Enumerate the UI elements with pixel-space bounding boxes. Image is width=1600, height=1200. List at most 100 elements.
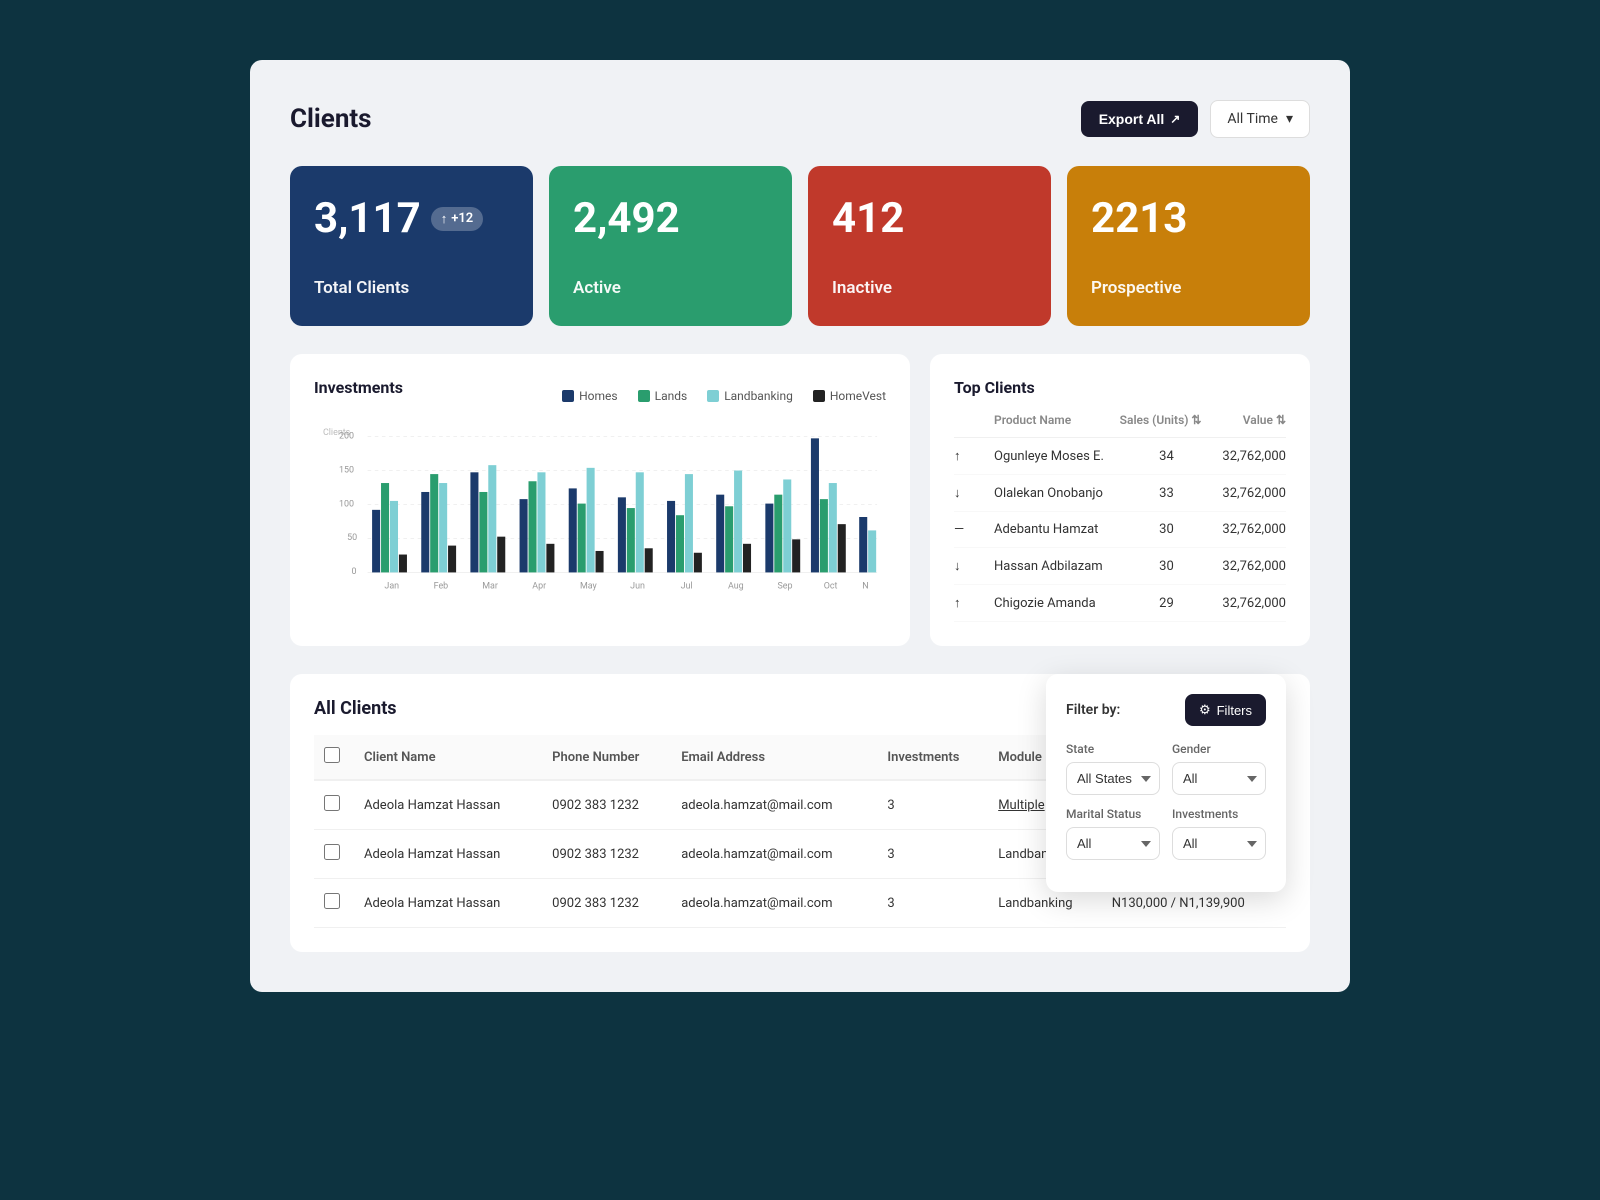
select-all-checkbox[interactable] xyxy=(324,747,340,763)
client-name-cell: Adeola Hamzat Hassan xyxy=(354,780,542,830)
top-client-row: ↑ Ogunleye Moses E. 34 32,762,000 xyxy=(954,438,1286,475)
total-clients-number: 3,117 ↑ +12 xyxy=(314,194,509,243)
client-name: Olalekan Onobanjo xyxy=(994,475,1120,512)
filter-row-1: State All States Lagos Abuja Gender All … xyxy=(1066,742,1266,795)
svg-text:Jun: Jun xyxy=(630,582,645,592)
gender-select[interactable]: All Male Female xyxy=(1172,762,1266,795)
filter-panel: Filter by: ⚙ Filters State All States La… xyxy=(1046,674,1286,892)
gender-label: Gender xyxy=(1172,742,1266,756)
trend-icon: ↓ xyxy=(954,548,994,585)
top-client-row: — Adebantu Hamzat 30 32,762,000 xyxy=(954,512,1286,548)
legend-lands: Lands xyxy=(638,389,688,403)
phone-cell: 0902 383 1232 xyxy=(542,830,671,879)
client-name: Chigozie Amanda xyxy=(994,585,1120,622)
filter-gender-group: Gender All Male Female xyxy=(1172,742,1266,795)
investments-bar-chart: Clients 200 150 100 50 0 xyxy=(314,417,886,617)
sales-units: 29 xyxy=(1120,585,1214,622)
export-button[interactable]: Export All ↗ xyxy=(1081,101,1199,137)
row-checkbox[interactable] xyxy=(324,795,340,811)
investments-chart-card: Investments Homes Lands Landbanking xyxy=(290,354,910,646)
time-filter-dropdown[interactable]: All Time ▾ xyxy=(1210,100,1310,138)
client-name-cell: Adeola Hamzat Hassan xyxy=(354,830,542,879)
svg-text:100: 100 xyxy=(339,499,354,509)
stat-cards-grid: 3,117 ↑ +12 Total Clients 2,492 Active 4… xyxy=(290,166,1310,326)
state-select[interactable]: All States Lagos Abuja xyxy=(1066,762,1160,795)
filter-title: Filter by: xyxy=(1066,702,1120,718)
marital-select[interactable]: All Single Married xyxy=(1066,827,1160,860)
top-clients-title: Top Clients xyxy=(954,378,1286,397)
trend-icon: — xyxy=(954,512,994,548)
sales-units: 34 xyxy=(1120,438,1214,475)
svg-text:0: 0 xyxy=(352,567,357,577)
sales-units: 30 xyxy=(1120,548,1214,585)
active-clients-label: Active xyxy=(573,278,768,298)
total-clients-label: Total Clients xyxy=(314,278,509,298)
value: 32,762,000 xyxy=(1213,585,1286,622)
svg-text:May: May xyxy=(580,582,598,592)
row-checkbox-cell xyxy=(314,780,354,830)
client-name-cell: Adeola Hamzat Hassan xyxy=(354,879,542,928)
svg-text:Apr: Apr xyxy=(532,582,546,592)
trend-icon: ↓ xyxy=(954,475,994,512)
stat-card-inactive: 412 Inactive xyxy=(808,166,1051,326)
top-clients-card: Top Clients Product Name Sales (Units) ⇅… xyxy=(930,354,1310,646)
value: 32,762,000 xyxy=(1213,512,1286,548)
svg-text:Mar: Mar xyxy=(482,582,498,592)
row-checkbox[interactable] xyxy=(324,844,340,860)
state-label: State xyxy=(1066,742,1160,756)
col-email: Email Address xyxy=(671,735,877,780)
investments-select[interactable]: All 1 2+ xyxy=(1172,827,1266,860)
top-client-row: ↑ Chigozie Amanda 29 32,762,000 xyxy=(954,585,1286,622)
investments-cell: 3 xyxy=(877,830,988,879)
inactive-clients-number: 412 xyxy=(832,194,1027,243)
col-client-name: Client Name xyxy=(354,735,542,780)
select-all-col xyxy=(314,735,354,780)
page-title: Clients xyxy=(290,104,372,134)
investments-chart-title: Investments xyxy=(314,378,403,397)
homevest-color-dot xyxy=(813,390,825,402)
homes-color-dot xyxy=(562,390,574,402)
legend-homes: Homes xyxy=(562,389,617,403)
filter-row-2: Marital Status All Single Married Invest… xyxy=(1066,807,1266,860)
svg-text:150: 150 xyxy=(339,465,354,475)
header-actions: Export All ↗ All Time ▾ xyxy=(1081,100,1310,138)
tc-col-sales[interactable]: Sales (Units) ⇅ xyxy=(1120,413,1214,438)
filter-marital-group: Marital Status All Single Married xyxy=(1066,807,1160,860)
prospective-clients-number: 2213 xyxy=(1091,194,1286,243)
row-checkbox[interactable] xyxy=(324,893,340,909)
sales-units: 30 xyxy=(1120,512,1214,548)
investments-cell: 3 xyxy=(877,879,988,928)
tc-col-name xyxy=(954,413,994,438)
email-cell: adeola.hamzat@mail.com xyxy=(671,879,877,928)
lands-color-dot xyxy=(638,390,650,402)
svg-text:200: 200 xyxy=(339,431,354,441)
col-phone: Phone Number xyxy=(542,735,671,780)
row-checkbox-cell xyxy=(314,830,354,879)
main-container: Clients Export All ↗ All Time ▾ 3,117 ↑ … xyxy=(250,60,1350,992)
col-investments: Investments xyxy=(877,735,988,780)
trend-icon: ↑ xyxy=(954,438,994,475)
stat-card-prospective: 2213 Prospective xyxy=(1067,166,1310,326)
chevron-down-icon: ▾ xyxy=(1286,111,1293,127)
investments-cell: 3 xyxy=(877,780,988,830)
svg-text:N: N xyxy=(862,582,868,592)
landbanking-color-dot xyxy=(707,390,719,402)
all-clients-section: All Clients Client Name Phone Number Ema… xyxy=(290,674,1310,952)
value: 32,762,000 xyxy=(1213,438,1286,475)
filters-button[interactable]: ⚙ Filters xyxy=(1185,694,1266,726)
filter-state-group: State All States Lagos Abuja xyxy=(1066,742,1160,795)
tc-col-value[interactable]: Value ⇅ xyxy=(1213,413,1286,438)
marital-label: Marital Status xyxy=(1066,807,1160,821)
svg-text:Aug: Aug xyxy=(728,582,744,592)
filter-icon: ⚙ xyxy=(1199,702,1211,718)
svg-text:Jul: Jul xyxy=(681,582,693,592)
charts-section: Investments Homes Lands Landbanking xyxy=(290,354,1310,646)
filter-panel-header: Filter by: ⚙ Filters xyxy=(1066,694,1266,726)
active-clients-number: 2,492 xyxy=(573,194,768,243)
svg-text:Feb: Feb xyxy=(434,582,449,592)
value: 32,762,000 xyxy=(1213,548,1286,585)
bar-chart-area: Clients 200 150 100 50 0 xyxy=(314,417,886,617)
phone-cell: 0902 383 1232 xyxy=(542,879,671,928)
tc-col-product[interactable]: Product Name xyxy=(994,413,1120,438)
svg-text:50: 50 xyxy=(347,533,357,543)
